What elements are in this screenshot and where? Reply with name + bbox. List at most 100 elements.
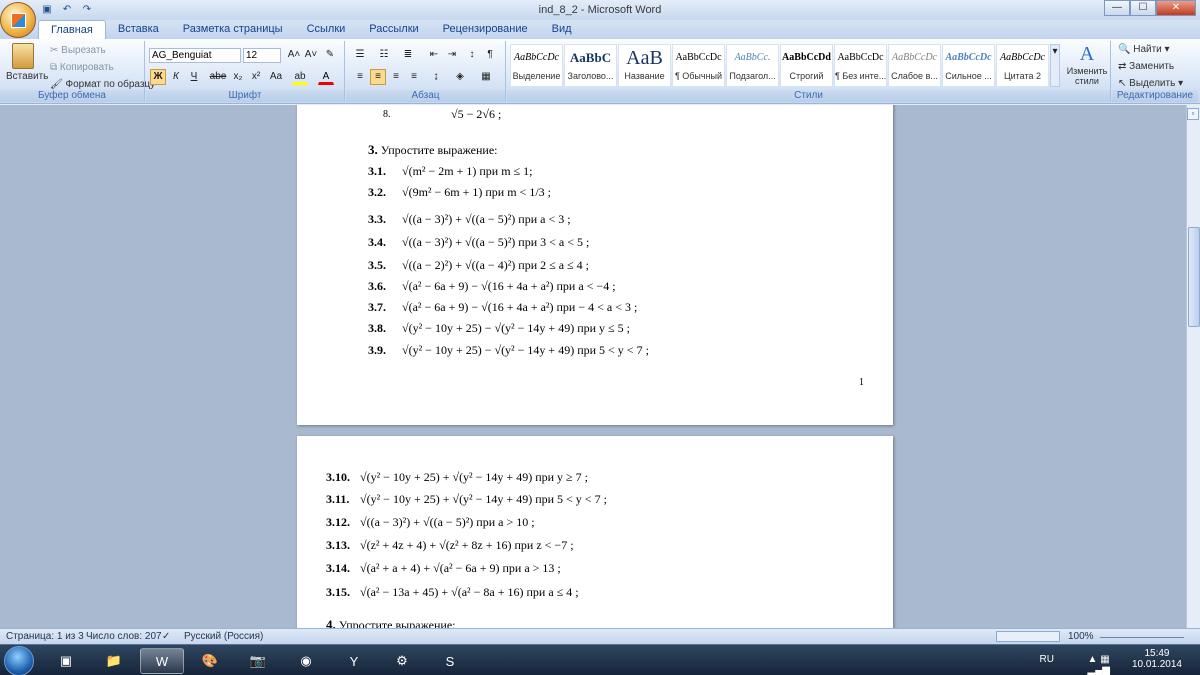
decrease-indent-icon[interactable]: ⇤ <box>426 47 442 63</box>
line-spacing-icon[interactable]: ↨ <box>428 69 444 85</box>
office-button[interactable] <box>0 2 36 38</box>
language-indicator[interactable]: RU <box>1040 654 1054 665</box>
style-name: Заголово... <box>567 71 614 81</box>
taskbar-tool-icon[interactable]: ⚙ <box>380 648 424 674</box>
style-subtle-emphasis[interactable]: AaBbCcDc Слабое в... <box>888 44 941 87</box>
copy-button[interactable]: ⧉ Копировать <box>50 62 114 73</box>
bullets-icon[interactable]: ☰ <box>352 47 368 63</box>
paste-button[interactable]: Вставить <box>6 71 48 82</box>
change-case-button[interactable]: Aa <box>266 69 286 85</box>
spellcheck-icon[interactable]: ✓ <box>162 631 170 642</box>
pilcrow-icon[interactable]: ¶ <box>482 47 498 63</box>
math-expression: √(m² − 2m + 1) при m ≤ 1; <box>402 164 533 178</box>
style-subtitle[interactable]: AaBbCc. Подзагол... <box>726 44 779 87</box>
format-painter-button[interactable]: 🖌 Формат по образцу <box>50 79 155 90</box>
document-area[interactable]: 8. √5 − 2√6 ; 3. Упростите выражение: 3.… <box>0 105 1186 628</box>
scrollbar-thumb[interactable] <box>1188 227 1200 327</box>
subscript-button[interactable]: x₂ <box>230 69 246 85</box>
math-expression: √(y² − 10y + 25) − √(y² − 14y + 49) при … <box>402 343 649 357</box>
grow-font-icon[interactable]: A˄ <box>286 47 302 63</box>
taskbar-yandex-icon[interactable]: Y <box>332 648 376 674</box>
clear-format-icon[interactable]: ✎ <box>322 47 338 63</box>
strikethrough-button[interactable]: abe <box>208 69 228 85</box>
tab-page-layout[interactable]: Разметка страницы <box>171 20 295 39</box>
tab-insert[interactable]: Вставка <box>106 20 171 39</box>
select-button[interactable]: ↖ Выделить ▾ <box>1118 78 1183 89</box>
tray-icons[interactable]: ▲ ▦ ▂▄▆ 🔊 <box>1088 654 1110 675</box>
align-right-icon[interactable]: ≡ <box>388 69 404 85</box>
numbering-icon[interactable]: ☷ <box>376 47 392 63</box>
paste-icon[interactable] <box>12 43 34 69</box>
font-name-select[interactable]: AG_Benguiat <box>149 48 241 63</box>
increase-indent-icon[interactable]: ⇥ <box>444 47 460 63</box>
exercise-number: 3.6. <box>368 279 386 293</box>
zoom-level[interactable]: 100% <box>1068 631 1094 642</box>
vertical-scrollbar[interactable] <box>1186 105 1200 628</box>
change-styles-button[interactable]: A Изменить стили <box>1065 43 1109 86</box>
multilevel-list-icon[interactable]: ≣ <box>400 47 416 63</box>
styles-scroll-icon[interactable]: ▾ <box>1050 44 1060 87</box>
math-expression: √((a − 2)²) + √((a − 4)²) при 2 ≤ a ≤ 4 … <box>402 258 589 272</box>
math-expression: √5 − 2√6 ; <box>451 107 502 121</box>
taskbar-paint-icon[interactable]: 🎨 <box>188 648 232 674</box>
minimize-button[interactable]: — <box>1104 0 1130 16</box>
section-title: Упростите выражение: <box>338 618 456 628</box>
exercise-item: 3.7. √(a² − 6a + 9) − √(16 + 4a + a²) при… <box>368 300 637 315</box>
clock[interactable]: 15:49 10.01.2014 <box>1132 648 1182 670</box>
select-label: Выделить <box>1129 78 1176 89</box>
tab-review[interactable]: Рецензирование <box>431 20 540 39</box>
find-button[interactable]: 🔍 Найти ▾ <box>1118 44 1170 55</box>
status-word-count[interactable]: Число слов: 207 <box>86 631 162 642</box>
close-button[interactable]: ✕ <box>1156 0 1196 16</box>
taskbar-folder-icon[interactable]: 📁 <box>92 648 136 674</box>
maximize-button[interactable]: ☐ <box>1130 0 1156 16</box>
shrink-font-icon[interactable]: A˅ <box>303 47 319 63</box>
cut-button[interactable]: ✂ Вырезать <box>50 45 106 56</box>
zoom-slider[interactable] <box>1100 637 1184 638</box>
style-intense-emphasis[interactable]: AaBbCcDc Сильное ... <box>942 44 995 87</box>
align-center-icon[interactable]: ≡ <box>370 69 386 85</box>
underline-button[interactable]: Ч <box>186 69 202 85</box>
style-no-spacing[interactable]: AaBbCcDc ¶ Без инте... <box>834 44 887 87</box>
status-page[interactable]: Страница: 1 из 3 <box>6 631 84 642</box>
bold-button[interactable]: Ж <box>150 69 166 85</box>
page-number: 1 <box>859 377 864 388</box>
exercise-item: 3.12. √((a − 3)²) + √((a − 5)²) при a > 1… <box>326 515 535 530</box>
ruler-toggle-icon[interactable]: ▫ <box>1187 108 1199 120</box>
font-color-icon[interactable]: A <box>318 69 334 85</box>
taskbar-skype-icon[interactable]: S <box>428 648 472 674</box>
list-number: 8. <box>383 109 391 120</box>
sort-icon[interactable]: ↕ <box>464 47 480 63</box>
start-button[interactable] <box>4 646 34 675</box>
taskbar-camera-icon[interactable]: 📷 <box>236 648 280 674</box>
taskbar-word-icon[interactable]: W <box>140 648 184 674</box>
highlight-icon[interactable]: ab <box>292 69 308 85</box>
tab-mailings[interactable]: Рассылки <box>357 20 430 39</box>
replace-button[interactable]: ⇄ Заменить <box>1118 61 1174 72</box>
tab-references[interactable]: Ссылки <box>295 20 358 39</box>
style-quote-2[interactable]: AaBbCcDc Цитата 2 <box>996 44 1049 87</box>
style-title[interactable]: AaB Название <box>618 44 671 87</box>
view-buttons[interactable] <box>996 631 1060 642</box>
taskbar-chrome-icon[interactable]: ◉ <box>284 648 328 674</box>
shading-icon[interactable]: ◈ <box>452 69 468 85</box>
style-strong[interactable]: AaBbCcDd Строгий <box>780 44 833 87</box>
style-normal[interactable]: AaBbCcDc ¶ Обычный <box>672 44 725 87</box>
italic-button[interactable]: К <box>168 69 184 85</box>
math-expression: √(y² − 10y + 25) + √(y² − 14y + 49) при … <box>360 470 588 484</box>
superscript-button[interactable]: x² <box>248 69 264 85</box>
align-left-icon[interactable]: ≡ <box>352 69 368 85</box>
document-page-2[interactable]: 3.10. √(y² − 10y + 25) + √(y² − 14y + 49)… <box>297 436 893 628</box>
borders-icon[interactable]: ▦ <box>478 69 494 85</box>
tab-home[interactable]: Главная <box>38 20 106 39</box>
justify-icon[interactable]: ≡ <box>406 69 422 85</box>
document-page-1[interactable]: 8. √5 − 2√6 ; 3. Упростите выражение: 3.… <box>297 105 893 425</box>
clock-time: 15:49 <box>1144 648 1170 659</box>
taskbar-app-icon[interactable]: ▣ <box>44 648 88 674</box>
style-heading[interactable]: AaBbC Заголово... <box>564 44 617 87</box>
font-size-select[interactable]: 12 <box>243 48 281 63</box>
tab-view[interactable]: Вид <box>540 20 584 39</box>
style-emphasis[interactable]: AaBbCcDc Выделение <box>510 44 563 87</box>
status-language[interactable]: Русский (Россия) <box>184 631 263 642</box>
exercise-item: 3.1. √(m² − 2m + 1) при m ≤ 1; <box>368 164 532 179</box>
